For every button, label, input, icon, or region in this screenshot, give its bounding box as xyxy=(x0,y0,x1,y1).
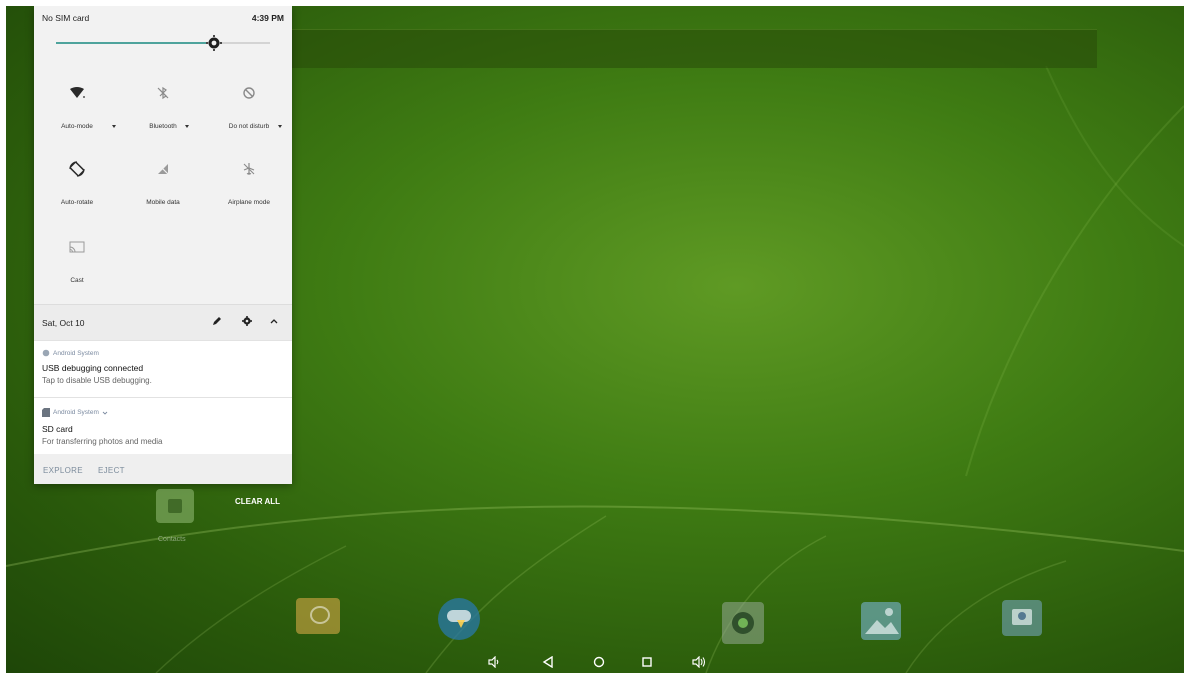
do-not-disturb-icon xyxy=(206,82,292,104)
eject-button[interactable]: EJECT xyxy=(98,466,125,475)
android-system-icon xyxy=(42,349,50,357)
auto-rotate-icon xyxy=(34,158,120,180)
tile-label: Cast xyxy=(70,277,84,284)
contacts-app-icon[interactable] xyxy=(156,489,194,523)
back-icon[interactable] xyxy=(540,654,556,670)
explore-button[interactable]: EXPLORE xyxy=(43,466,83,475)
tile-bluetooth[interactable]: Bluetooth xyxy=(120,78,206,138)
tile-label: Airplane mode xyxy=(228,199,270,206)
tile-label: Auto-mode xyxy=(61,123,93,130)
weather-app-icon[interactable] xyxy=(438,598,480,640)
notification-title: USB debugging connected xyxy=(42,363,144,373)
tile-label: Auto-rotate xyxy=(60,199,94,206)
search-bar-strip[interactable] xyxy=(292,29,1097,68)
sd-card-icon xyxy=(42,408,50,417)
tile-mobile-data[interactable]: Mobile data xyxy=(120,154,206,214)
tile-cast[interactable]: Cast xyxy=(34,232,120,292)
contacts-app-label: Contacts xyxy=(158,536,186,543)
brightness-slider[interactable] xyxy=(56,34,270,52)
notification-usb-debugging[interactable]: Android System USB debugging connected T… xyxy=(34,340,292,397)
date-text: Sat, Oct 10 xyxy=(42,318,85,328)
camera-lens-app-icon[interactable] xyxy=(722,602,764,644)
notification-app-name: Android System xyxy=(53,409,99,416)
notification-app-row: Android System xyxy=(42,349,99,357)
notification-app-name: Android System xyxy=(53,349,99,357)
volume-down-icon[interactable] xyxy=(486,654,502,670)
tile-airplane-mode[interactable]: Airplane mode xyxy=(206,154,292,214)
chevron-down-icon[interactable] xyxy=(185,125,189,128)
status-row: No SIM card 4:39 PM xyxy=(34,6,292,28)
tile-label: Bluetooth xyxy=(149,123,177,130)
notification-title: SD card xyxy=(42,424,73,434)
gallery-app-icon[interactable] xyxy=(861,602,901,640)
wifi-icon xyxy=(34,82,120,104)
home-screen: No SIM card 4:39 PM Auto-mode Bluetooth … xyxy=(6,6,1184,673)
bluetooth-off-icon xyxy=(120,82,206,104)
tile-auto-mode[interactable]: Auto-mode xyxy=(34,78,120,138)
mobile-data-off-icon xyxy=(120,158,206,180)
email-app-icon[interactable] xyxy=(296,598,340,634)
notification-sd-card[interactable]: Android System SD card For transferring … xyxy=(34,397,292,455)
tile-label: Mobile data xyxy=(146,199,180,206)
expand-chevron-icon xyxy=(102,411,108,415)
clock-text: 4:39 PM xyxy=(251,13,284,23)
volume-up-icon[interactable] xyxy=(691,654,707,670)
chevron-down-icon[interactable] xyxy=(112,125,116,128)
notification-shade: No SIM card 4:39 PM Auto-mode Bluetooth … xyxy=(34,6,292,484)
notification-body: For transferring photos and media xyxy=(42,437,163,446)
collapse-chevron-up-icon[interactable] xyxy=(266,313,282,329)
notification-actions: EXPLORE EJECT xyxy=(34,454,292,484)
navigation-bar xyxy=(6,654,1184,673)
airplane-off-icon xyxy=(206,158,292,180)
carrier-text: No SIM card xyxy=(42,13,90,23)
edit-icon[interactable] xyxy=(209,313,225,329)
chevron-down-icon[interactable] xyxy=(278,125,282,128)
date-bar: Sat, Oct 10 xyxy=(34,304,292,340)
tile-auto-rotate[interactable]: Auto-rotate xyxy=(34,154,120,214)
notification-app-row: Android System xyxy=(42,408,108,417)
settings-gear-icon[interactable] xyxy=(239,313,255,329)
recents-icon[interactable] xyxy=(639,654,655,670)
tile-do-not-disturb[interactable]: Do not disturb xyxy=(206,78,292,138)
cast-icon xyxy=(34,236,120,258)
clear-all-button[interactable]: CLEAR ALL xyxy=(235,497,280,506)
home-icon[interactable] xyxy=(591,654,607,670)
camera-app-icon[interactable] xyxy=(1002,600,1042,636)
quick-settings-grid: Auto-mode Bluetooth Do not disturb Auto-… xyxy=(34,64,292,304)
notification-body: Tap to disable USB debugging. xyxy=(42,376,152,385)
